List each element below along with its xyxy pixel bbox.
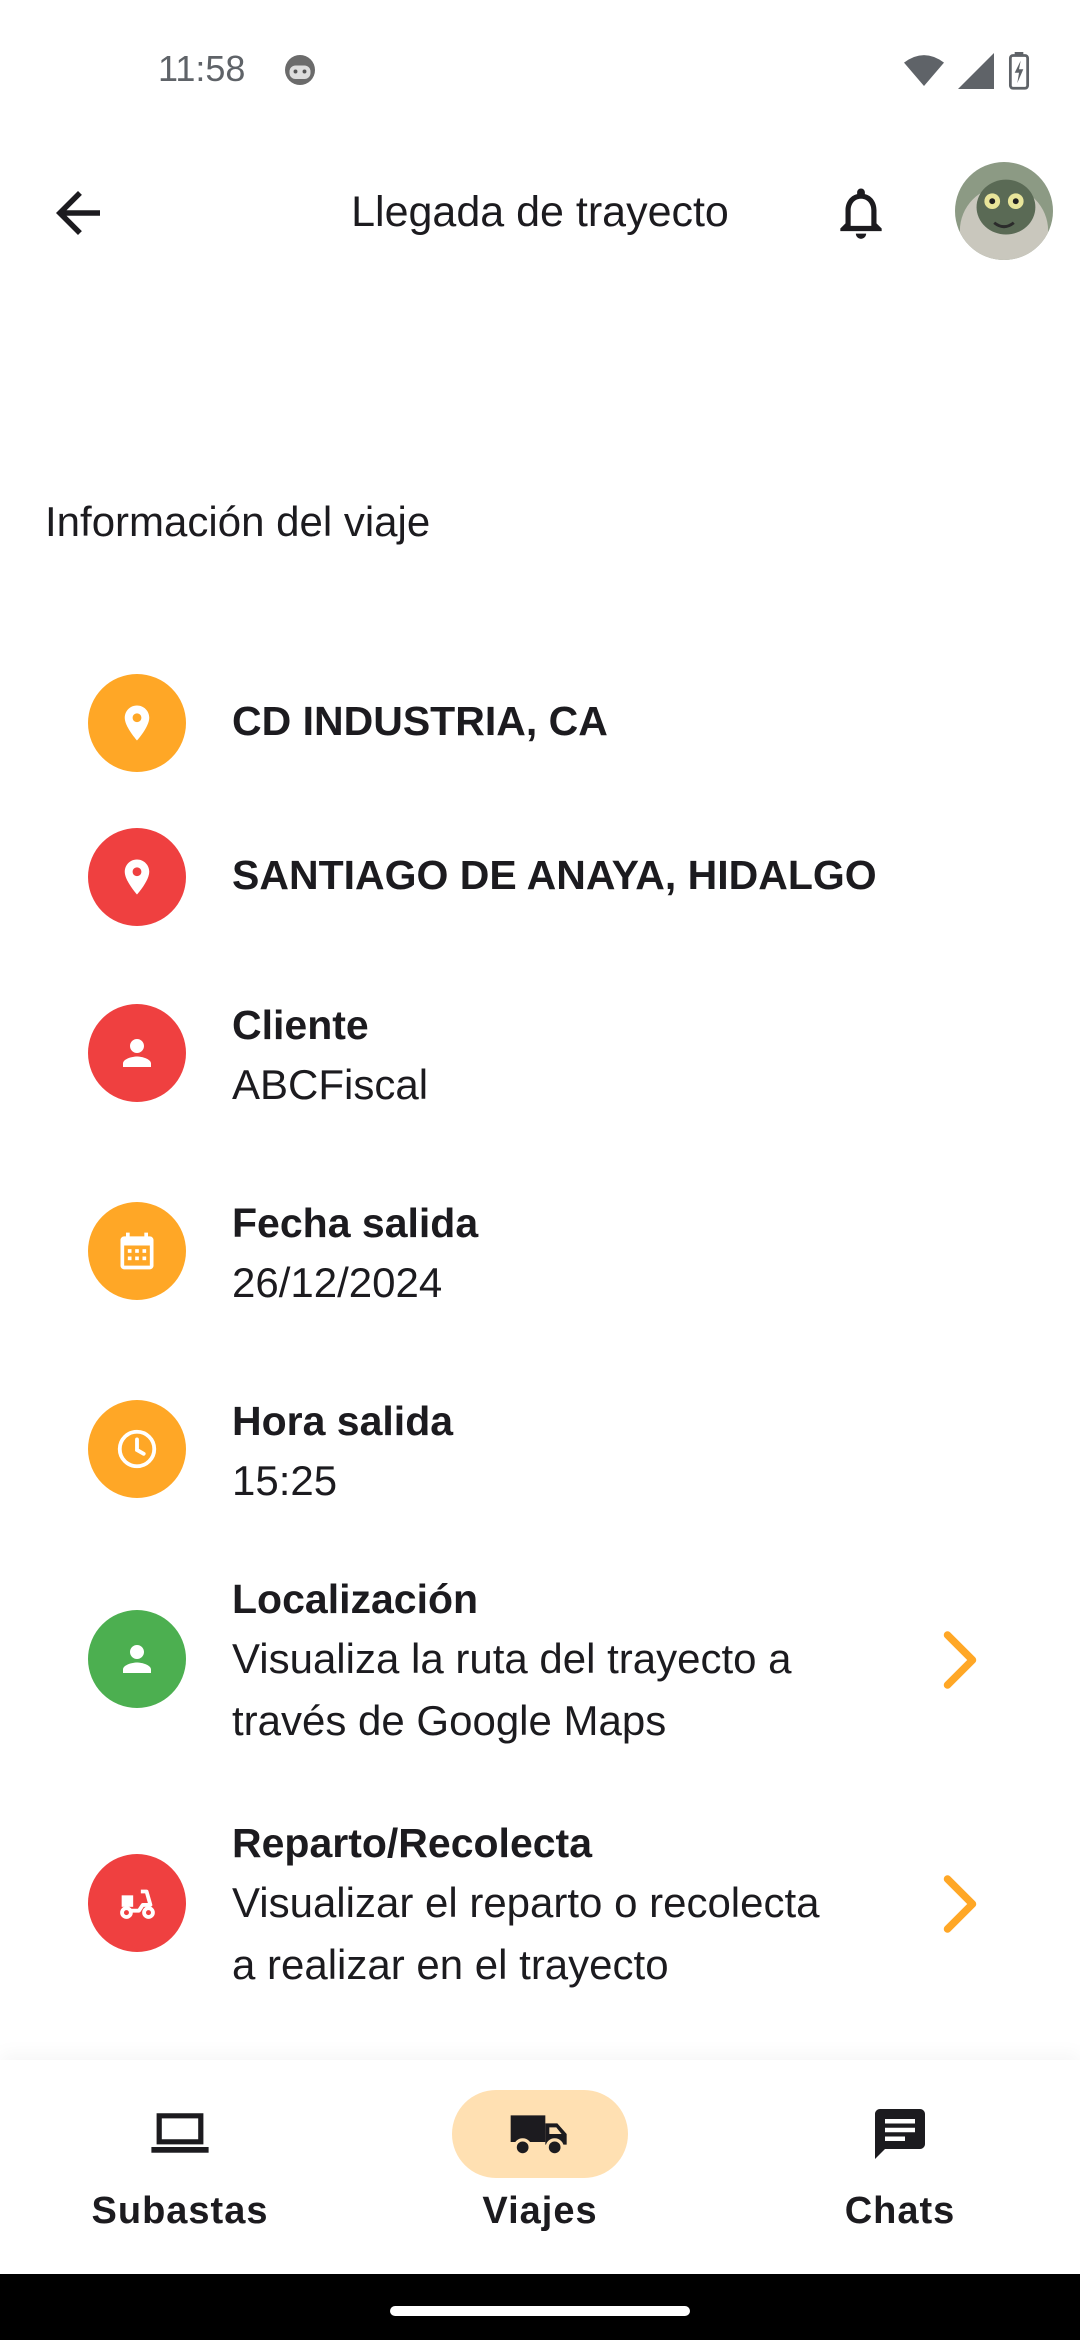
person-icon (123, 1039, 151, 1067)
signal-icon (958, 53, 994, 89)
clock-icon (117, 1429, 157, 1469)
notification-face-icon (285, 55, 315, 85)
date-title: Fecha salida (232, 1200, 479, 1246)
location-title: Localización (232, 1576, 479, 1622)
laptop-icon (151, 2113, 209, 2153)
client-value: ABCFiscal (232, 1061, 429, 1108)
nav-chats[interactable]: Chats (720, 2090, 1080, 2260)
person-icon (123, 1645, 151, 1673)
destination-label: SANTIAGO DE ANAYA, HIDALGO (232, 852, 877, 898)
chevron-right-icon[interactable] (935, 1874, 985, 1934)
nav-subastas-label: Subastas (91, 2190, 269, 2232)
nav-chats-label: Chats (844, 2190, 956, 2232)
chevron-right-icon[interactable] (935, 1630, 985, 1690)
status-bar: 11:58 (0, 0, 1080, 140)
nav-subastas[interactable]: Subastas (0, 2090, 360, 2260)
origin-circle (88, 674, 186, 772)
nav-chats-pill (812, 2090, 988, 2178)
status-icons (904, 52, 1030, 90)
time-title: Hora salida (232, 1398, 454, 1444)
client-title: Cliente (232, 1002, 369, 1048)
battery-charging-icon (1008, 52, 1030, 90)
avatar[interactable] (955, 162, 1053, 260)
page-title: Llegada de trayecto (351, 188, 729, 236)
delivery-description-line2: a realizar en el trayecto (232, 1941, 669, 1988)
location-pin-icon (124, 705, 150, 741)
origin-label: CD INDUSTRIA, CA (232, 698, 608, 744)
date-value: 26/12/2024 (232, 1259, 443, 1306)
calendar-icon (120, 1232, 154, 1270)
wifi-icon (904, 55, 944, 86)
app-bar: Llegada de trayecto (0, 150, 1080, 275)
bottom-navigation: Subastas Viajes Chats (0, 2060, 1080, 2274)
location-description-line1: Visualiza la ruta del trayecto a (232, 1635, 792, 1682)
truck-icon (510, 2115, 567, 2157)
location-description-line2: través de Google Maps (232, 1697, 667, 1744)
client-circle (88, 1004, 186, 1102)
destination-circle (88, 828, 186, 926)
location-circle (88, 1610, 186, 1708)
chat-icon (875, 2109, 925, 2159)
location-pin-icon (124, 859, 150, 895)
delivery-description-line1: Visualizar el reparto o recolecta (232, 1879, 820, 1926)
status-time: 11:58 (158, 48, 246, 89)
home-indicator[interactable] (390, 2306, 690, 2316)
delivery-title: Reparto/Recolecta (232, 1820, 593, 1866)
date-circle (88, 1202, 186, 1300)
section-title: Información del viaje (45, 498, 431, 545)
nav-subastas-pill (92, 2090, 268, 2178)
time-value: 15:25 (232, 1457, 338, 1504)
delivery-circle (88, 1854, 186, 1952)
nav-viajes-pill (452, 2090, 628, 2178)
time-circle (88, 1400, 186, 1498)
nav-viajes[interactable]: Viajes (360, 2090, 720, 2260)
bell-icon[interactable] (830, 180, 892, 246)
nav-viajes-label: Viajes (482, 2190, 598, 2232)
delivery-scooter-icon (120, 1889, 155, 1919)
